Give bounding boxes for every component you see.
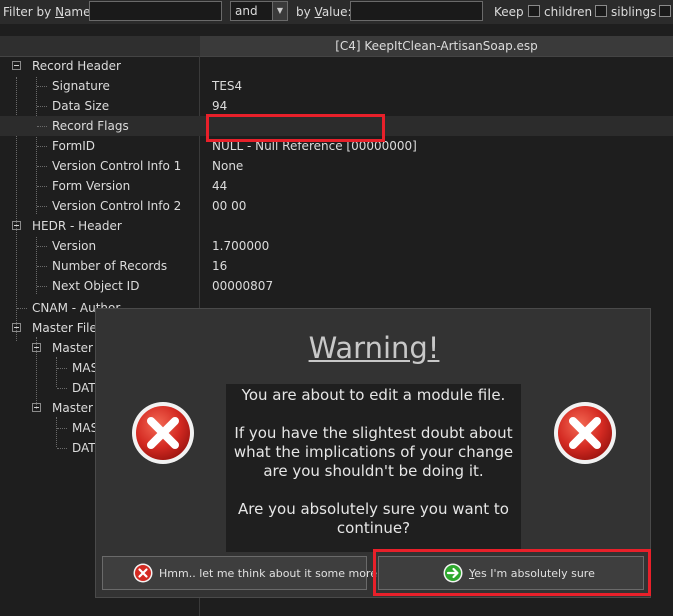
x-circle-icon [554, 402, 616, 464]
row-value[interactable]: 00 00 [212, 199, 246, 213]
siblings-label: siblings [611, 5, 657, 19]
tree-row-version-control-info-1[interactable]: Version Control Info 1 None [0, 156, 673, 176]
row-label: Data Size [52, 99, 110, 113]
file-column-header[interactable]: [C4] KeepItClean-ArtisanSoap.esp [200, 36, 673, 56]
tree-row-hedr-header[interactable]: HEDR - Header [0, 216, 673, 236]
row-value[interactable]: 00000807 [212, 279, 273, 293]
row-label: Master Files [32, 321, 104, 335]
row-value[interactable]: 44 [212, 179, 227, 193]
tree-line [57, 388, 67, 389]
by-value-label: by Value: [296, 5, 352, 19]
x-circle-icon [133, 563, 153, 583]
keep-siblings-checkbox[interactable] [595, 5, 607, 17]
tree-row-form-version[interactable]: Form Version 44 [0, 176, 673, 196]
tree-row-record-header[interactable]: Record Header [0, 56, 673, 76]
row-value[interactable]: 1.700000 [212, 239, 269, 253]
filter-operator-select[interactable]: and ▼ [230, 1, 288, 21]
row-label: HEDR - Header [32, 219, 122, 233]
tree-row-number-of-records[interactable]: Number of Records 16 [0, 256, 673, 276]
tree-line [37, 126, 47, 127]
grid-header: [C4] KeepItClean-ArtisanSoap.esp [0, 36, 673, 57]
tree-line [37, 86, 47, 87]
row-label: FormID [52, 139, 96, 153]
row-value[interactable]: TES4 [212, 79, 242, 93]
collapse-toggle-icon[interactable] [12, 61, 21, 70]
x-circle-icon [132, 402, 194, 464]
filter-bar: Filter by Name: and ▼ by Value: Keep chi… [0, 0, 673, 24]
row-label: Record Flags [52, 119, 129, 133]
highlight-record-flags-box [206, 114, 385, 142]
keep-label: Keep [494, 5, 524, 19]
cancel-button-label: Hmm.. let me think about it some more [159, 567, 378, 580]
tree-row-version-control-info-2[interactable]: Version Control Info 2 00 00 [0, 196, 673, 216]
row-label: Form Version [52, 179, 131, 193]
tree-row-data-size[interactable]: Data Size 94 [0, 96, 673, 116]
tree-row-version[interactable]: Version 1.700000 [0, 236, 673, 256]
row-label: Version Control Info 1 [52, 159, 182, 173]
collapse-toggle-icon[interactable] [12, 221, 21, 230]
tree-line [37, 146, 47, 147]
filter-operator-value: and [235, 4, 258, 18]
tree-row-signature[interactable]: Signature TES4 [0, 76, 673, 96]
row-label: Version Control Info 2 [52, 199, 182, 213]
tree-line [37, 246, 47, 247]
tree-row-next-object-id[interactable]: Next Object ID 00000807 [0, 276, 673, 296]
extra-checkbox[interactable] [659, 5, 671, 17]
chevron-down-icon[interactable]: ▼ [272, 2, 287, 20]
tree-line [37, 206, 47, 207]
tree-line [57, 448, 67, 449]
row-label: Number of Records [52, 259, 168, 273]
dialog-title: Warning! [308, 331, 440, 365]
filter-name-input[interactable] [89, 1, 222, 21]
cancel-button[interactable]: Hmm.. let me think about it some more [102, 556, 377, 590]
tree-line [37, 106, 47, 107]
row-label: Version [52, 239, 97, 253]
row-label: Signature [52, 79, 110, 93]
row-value[interactable]: None [212, 159, 243, 173]
highlight-confirm-button-box [373, 549, 651, 596]
row-label: Record Header [32, 59, 121, 73]
tree-line [37, 266, 47, 267]
tree-line [37, 166, 47, 167]
row-value[interactable]: 94 [212, 99, 227, 113]
row-value[interactable]: 16 [212, 259, 227, 273]
tree-line [37, 286, 47, 287]
message-line-1: You are about to edit a module file. [241, 386, 506, 404]
tree-line [57, 368, 67, 369]
message-line-3: Are you absolutely sure you want to cont… [238, 500, 509, 537]
children-label: children [544, 5, 593, 19]
keep-children-checkbox[interactable] [528, 5, 540, 17]
filter-value-input[interactable] [350, 1, 483, 21]
collapse-toggle-icon[interactable] [12, 323, 21, 332]
tree-line [37, 186, 47, 187]
filter-by-name-label: Filter by Name: [3, 5, 95, 19]
message-line-2: If you have the slightest doubt about wh… [233, 424, 514, 480]
row-label: Next Object ID [52, 279, 140, 293]
tree-line [17, 308, 27, 309]
collapse-toggle-icon[interactable] [32, 343, 41, 352]
tree-line [57, 428, 67, 429]
collapse-toggle-icon[interactable] [32, 403, 41, 412]
warning-message: You are about to edit a module file. If … [226, 384, 521, 552]
